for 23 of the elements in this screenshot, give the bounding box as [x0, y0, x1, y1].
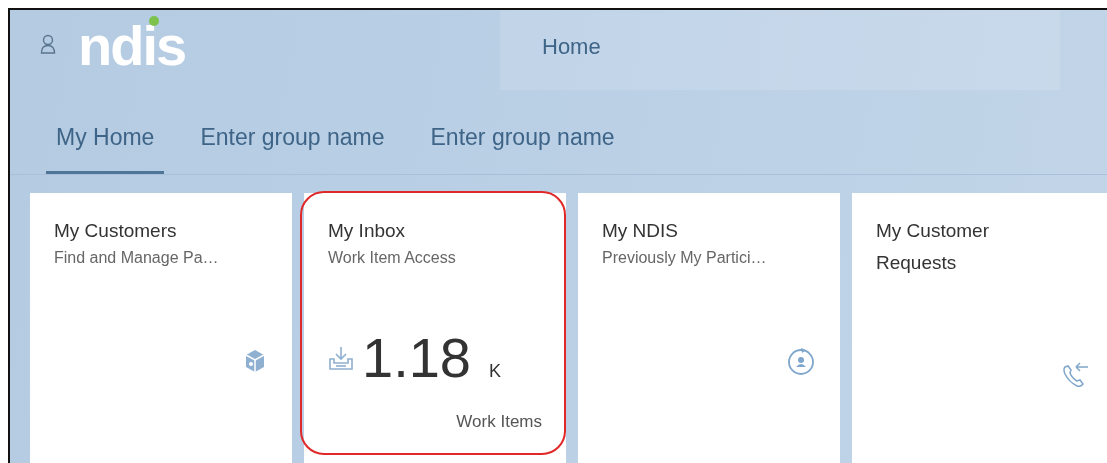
tile-title: My NDIS [602, 219, 679, 243]
tile-footer: Work Items [328, 412, 542, 432]
tab[interactable]: My Home [46, 102, 165, 174]
logo-dot [149, 16, 159, 26]
refresh-person-icon [786, 347, 816, 377]
incoming-call-icon [1060, 359, 1090, 389]
tile-title: My Customer Requests [876, 219, 990, 275]
logo: ndis [78, 18, 186, 74]
tab[interactable]: Enter group name [190, 102, 395, 174]
inbox-download-icon [328, 344, 354, 371]
kpi-value: 1.18 [362, 325, 471, 390]
page-title: Home [542, 34, 601, 61]
tile-subtitle: Previously My Partici… [602, 249, 768, 267]
tile[interactable]: My Customers Find and Manage Pa… [30, 193, 292, 463]
tile-subtitle: Find and Manage Pa… [54, 249, 220, 267]
tile-title: My Customers [54, 219, 178, 243]
tile[interactable]: My NDIS Previously My Partici… [578, 193, 840, 463]
user-icon[interactable] [40, 34, 56, 54]
tile[interactable]: My Customer Requests [852, 193, 1107, 463]
kpi-unit: K [489, 361, 501, 382]
tile-subtitle: Work Item Access [328, 249, 457, 267]
tile-title: My Inbox [328, 219, 407, 243]
tab[interactable]: Enter group name [420, 102, 625, 174]
